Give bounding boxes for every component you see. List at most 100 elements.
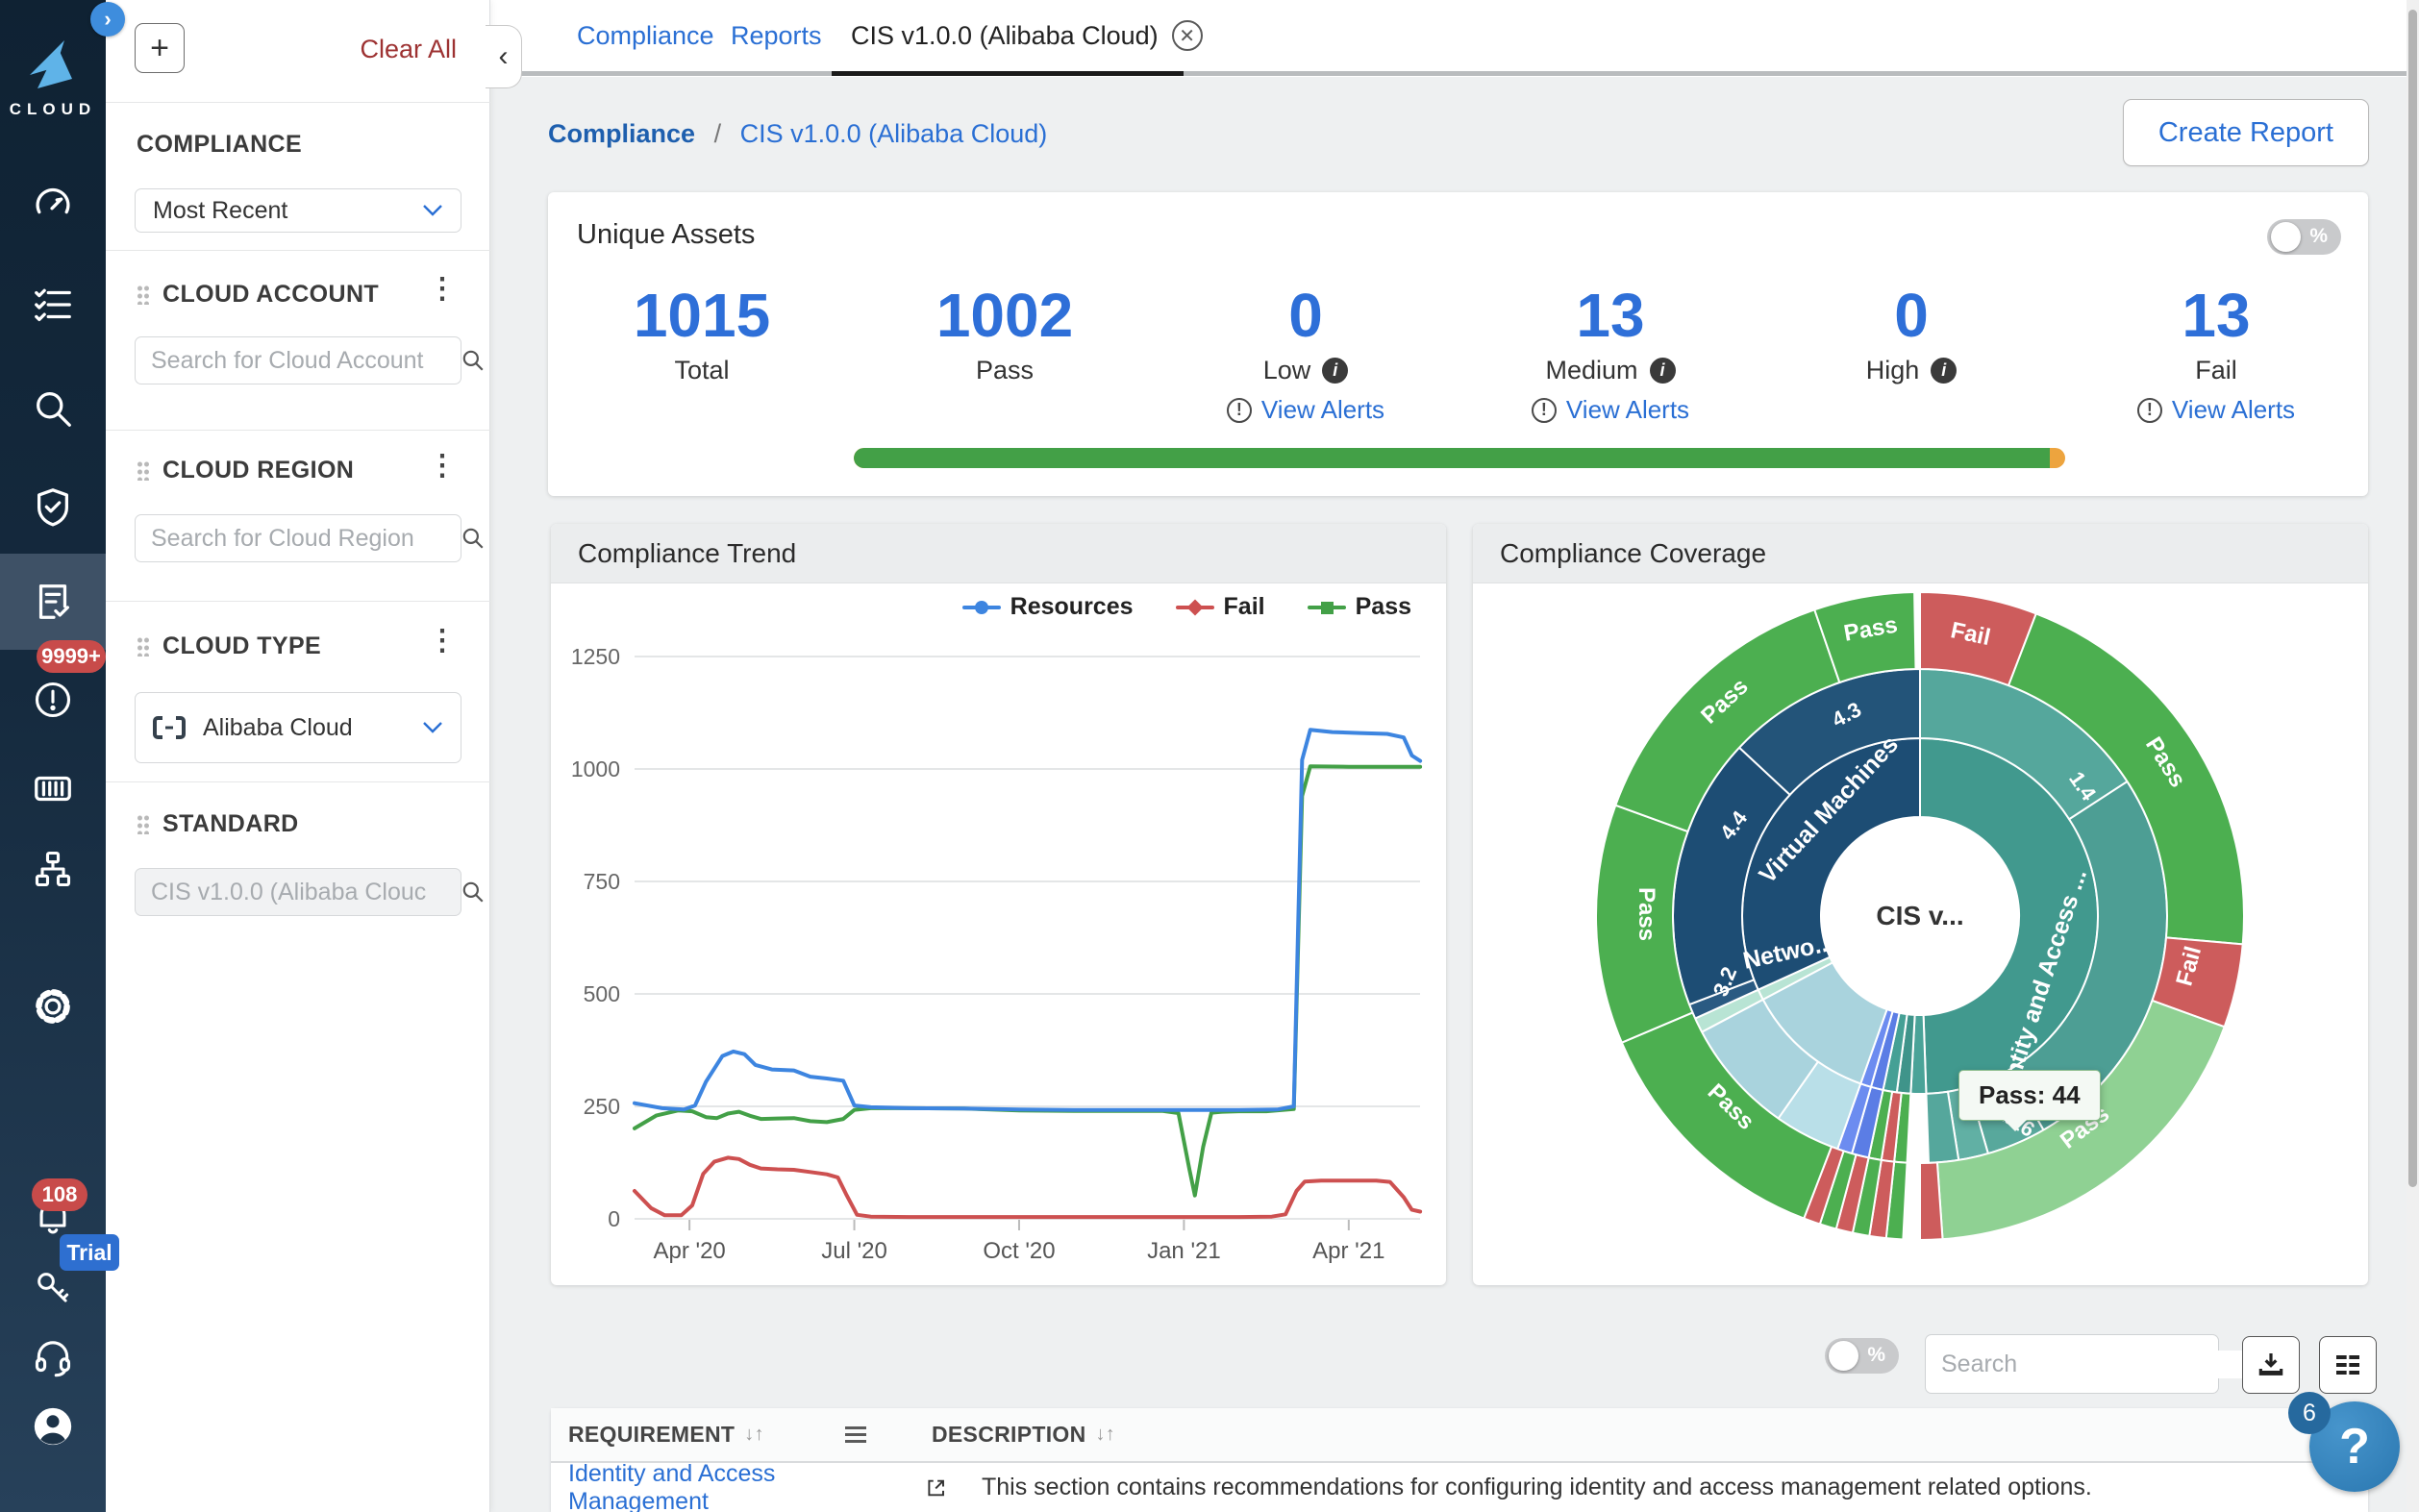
sidebar-item-settings[interactable] — [0, 966, 106, 1047]
requirement-link[interactable]: Identity and Access Management — [568, 1463, 947, 1512]
breadcrumb-root-link[interactable]: Compliance — [548, 119, 695, 148]
clear-all-filters-button[interactable]: Clear All — [360, 35, 457, 64]
filter-panel: + Clear All COMPLIANCE Most Recent CLOUD… — [106, 0, 490, 1512]
download-button[interactable] — [2242, 1336, 2300, 1394]
sort-icon[interactable]: ↓↑ — [1095, 1424, 1115, 1446]
tab-label: Compliance — [577, 21, 714, 51]
question-mark-icon: ? — [2339, 1418, 2370, 1475]
svg-text:Pass: Pass — [1633, 887, 1659, 941]
tab-reports[interactable]: Reports — [731, 0, 822, 71]
sidebar-item-compliance[interactable] — [0, 554, 106, 650]
expand-nav-button[interactable]: › — [90, 2, 125, 37]
divider — [106, 601, 490, 602]
compliance-section-label: COMPLIANCE — [137, 131, 302, 159]
stat-value: 13 — [2072, 284, 2360, 348]
drag-handle-icon[interactable] — [137, 814, 149, 834]
close-tab-icon[interactable]: ✕ — [1172, 20, 1203, 51]
stat-fail: 13 Fail !View Alerts — [2072, 284, 2360, 425]
svg-text:1250: 1250 — [571, 644, 620, 669]
compliance-coverage-card: Compliance Coverage FailPassFailPassPass… — [1473, 524, 2368, 1285]
table-row[interactable]: Identity and Access Management This sect… — [551, 1463, 2368, 1512]
toggle-knob — [1829, 1341, 1858, 1371]
cloud-type-menu-button[interactable]: ⋮ — [428, 627, 457, 656]
filter-section-standard: STANDARD — [137, 810, 299, 838]
search-icon — [461, 348, 486, 373]
sidebar-item-compute[interactable] — [0, 748, 106, 829]
column-label: REQUIREMENT — [568, 1422, 735, 1448]
view-alerts-link[interactable]: !View Alerts — [1466, 395, 1755, 425]
svg-text:Apr '20: Apr '20 — [653, 1238, 725, 1264]
standard-search-input[interactable] — [151, 879, 461, 906]
view-alerts-link[interactable]: !View Alerts — [1161, 395, 1450, 425]
stat-label: Total — [674, 356, 729, 385]
coverage-card-title: Compliance Coverage — [1500, 538, 1766, 569]
drag-handle-icon[interactable] — [137, 460, 149, 481]
sidebar-item-security[interactable] — [0, 467, 106, 548]
cloud-type-select[interactable]: Alibaba Cloud — [135, 692, 461, 763]
left-nav-rail: CLOUD — [0, 0, 106, 1512]
breadcrumb-row: Compliance / CIS v1.0.0 (Alibaba Cloud) … — [490, 77, 2407, 192]
tab-cis-v100-alibaba[interactable]: CIS v1.0.0 (Alibaba Cloud) ✕ — [851, 0, 1203, 71]
info-icon[interactable]: i — [1650, 358, 1676, 384]
view-alerts-label: View Alerts — [1566, 395, 1689, 425]
cloud-account-search[interactable] — [135, 336, 461, 384]
cloud-region-search-input[interactable] — [151, 525, 461, 553]
filter-section-cloud-type: CLOUD TYPE — [137, 632, 321, 660]
brand-logo[interactable]: CLOUD — [0, 38, 106, 119]
legend-item-fail[interactable]: Fail — [1176, 593, 1265, 621]
table-search[interactable] — [1925, 1334, 2219, 1394]
column-header-requirement[interactable]: REQUIREMENT ↓↑ — [568, 1422, 885, 1448]
svg-text:1000: 1000 — [571, 756, 620, 781]
compliance-select[interactable]: Most Recent — [135, 188, 461, 233]
stat-label: High — [1866, 356, 1920, 385]
sidebar-item-profile[interactable] — [0, 1386, 106, 1467]
legend-item-resources[interactable]: Resources — [962, 593, 1134, 621]
collapse-filter-panel-button[interactable]: ‹ — [486, 25, 522, 88]
percent-toggle[interactable]: % — [2267, 219, 2341, 255]
columns-button[interactable] — [2319, 1336, 2377, 1394]
pass-progress-segment — [854, 448, 2050, 468]
chevron-down-icon — [422, 204, 443, 217]
filter-section-cloud-region: CLOUD REGION — [137, 457, 354, 484]
stat-value: 13 — [1466, 284, 1755, 348]
tab-label: Reports — [731, 21, 822, 51]
info-icon[interactable]: i — [1931, 358, 1957, 384]
key-icon — [33, 1268, 73, 1308]
cloud-account-menu-button[interactable]: ⋮ — [428, 275, 457, 304]
stat-label: Medium — [1545, 356, 1637, 385]
alert-outline-icon: ! — [1227, 398, 1252, 423]
table-search-input[interactable] — [1941, 1351, 2251, 1378]
legend-item-pass[interactable]: Pass — [1308, 593, 1411, 621]
column-menu-icon[interactable] — [845, 1423, 866, 1447]
add-filter-button[interactable]: + — [135, 23, 185, 73]
table-percent-toggle[interactable]: % — [1825, 1338, 1899, 1374]
scrollbar-thumb[interactable] — [2408, 10, 2417, 1187]
sort-icon[interactable]: ↓↑ — [744, 1424, 764, 1446]
brand-logo-text: CLOUD — [0, 100, 106, 119]
tab-compliance[interactable]: Compliance — [577, 0, 714, 71]
column-header-description[interactable]: DESCRIPTION ↓↑ — [932, 1422, 1115, 1448]
divider — [106, 102, 490, 103]
cloud-account-search-input[interactable] — [151, 347, 461, 375]
view-alerts-link[interactable]: !View Alerts — [2072, 395, 2360, 425]
info-icon[interactable]: i — [1322, 358, 1348, 384]
trend-line-chart[interactable]: 025050075010001250Apr '20Jul '20Oct '20J… — [551, 583, 1446, 1285]
page-scrollbar[interactable] — [2407, 0, 2419, 1512]
app-root: CLOUD — [0, 0, 2419, 1512]
coverage-card-header: Compliance Coverage — [1473, 524, 2368, 583]
create-report-button[interactable]: Create Report — [2123, 99, 2369, 166]
standard-search[interactable] — [135, 868, 461, 916]
cloud-region-search[interactable] — [135, 514, 461, 562]
alert-outline-icon: ! — [2137, 398, 2162, 423]
sidebar-item-policies[interactable] — [0, 264, 106, 345]
cloud-region-menu-button[interactable]: ⋮ — [428, 452, 457, 481]
coverage-sunburst-chart[interactable]: FailPassFailPassPassPassPassPass1.41.164… — [1473, 583, 2368, 1285]
drag-handle-icon[interactable] — [137, 285, 149, 305]
sidebar-item-dashboard[interactable] — [0, 163, 106, 244]
sidebar-item-network[interactable] — [0, 829, 106, 909]
chevron-down-icon — [422, 721, 443, 734]
filter-section-compliance: COMPLIANCE — [137, 131, 302, 159]
drag-handle-icon[interactable] — [137, 636, 149, 657]
sidebar-item-investigate[interactable] — [0, 368, 106, 449]
column-label: DESCRIPTION — [932, 1422, 1085, 1448]
